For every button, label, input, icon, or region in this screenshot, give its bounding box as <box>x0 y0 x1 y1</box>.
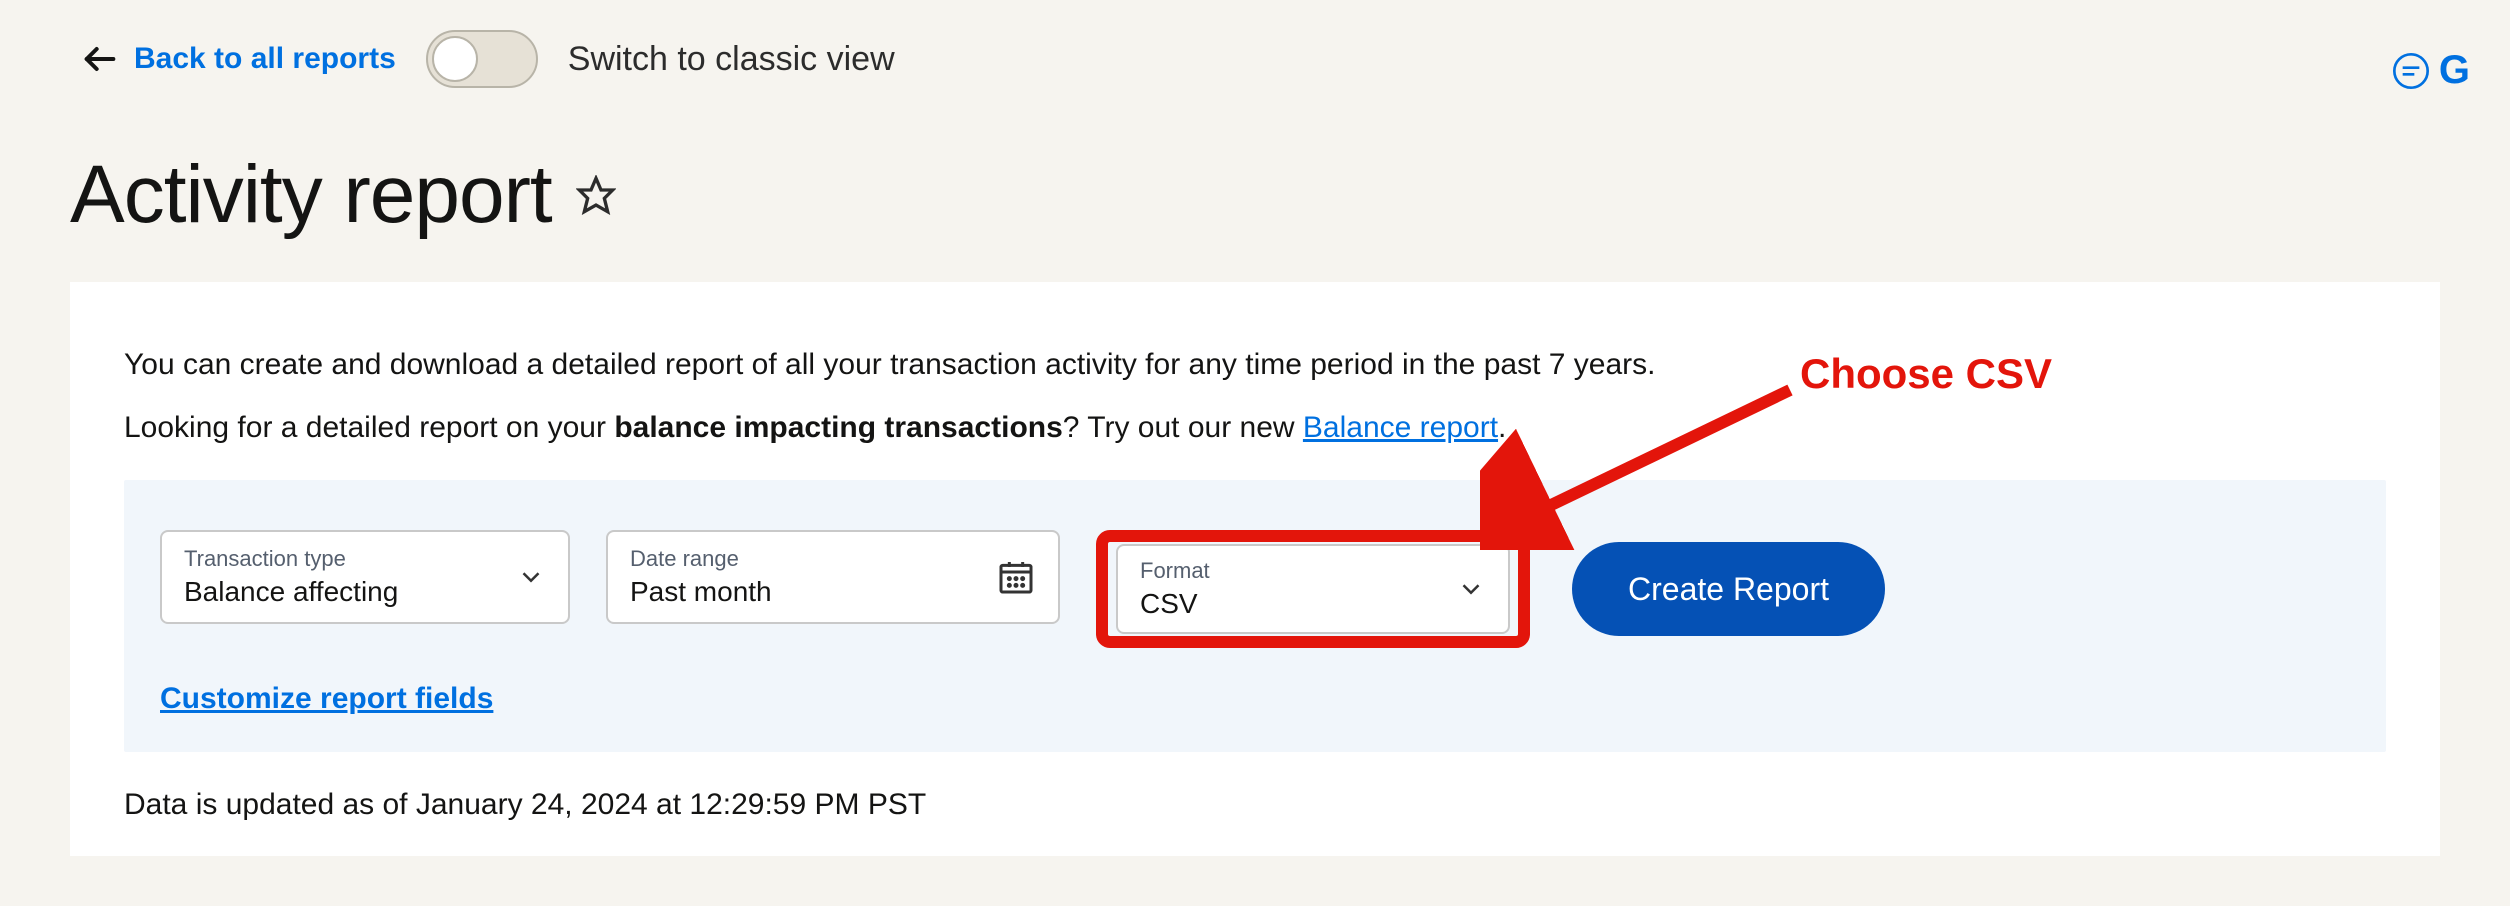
date-range-label: Date range <box>630 546 1036 572</box>
balance-report-link[interactable]: Balance report <box>1303 411 1498 444</box>
help-button[interactable]: G <box>2391 48 2470 93</box>
report-card: You can create and download a detailed r… <box>70 282 2440 856</box>
help-label: G <box>2439 48 2470 93</box>
create-report-button[interactable]: Create Report <box>1572 542 1885 636</box>
intro-line-2: Looking for a detailed report on your ba… <box>124 405 2386 450</box>
toggle-label: Switch to classic view <box>568 40 895 79</box>
date-range-select[interactable]: Date range Past month <box>606 530 1060 624</box>
format-highlight-box: Format CSV <box>1096 530 1530 648</box>
transaction-type-label: Transaction type <box>184 546 546 572</box>
annotation-label: Choose CSV <box>1800 350 2052 398</box>
transaction-type-select[interactable]: Transaction type Balance affecting <box>160 530 570 624</box>
chevron-down-icon <box>1456 574 1486 604</box>
date-range-value: Past month <box>630 576 1036 608</box>
chat-icon <box>2391 51 2431 91</box>
favorite-star-icon[interactable] <box>576 175 616 215</box>
toggle-knob <box>432 36 478 82</box>
chevron-down-icon <box>516 562 546 592</box>
customize-fields-link[interactable]: Customize report fields <box>160 682 493 716</box>
arrow-left-icon <box>80 39 120 79</box>
back-to-reports-link[interactable]: Back to all reports <box>80 39 396 79</box>
format-value: CSV <box>1140 588 1486 620</box>
filter-panel: Transaction type Balance affecting Date … <box>124 480 2386 752</box>
page-title: Activity report <box>70 148 552 242</box>
classic-view-toggle[interactable] <box>426 30 538 88</box>
format-select[interactable]: Format CSV <box>1116 544 1510 634</box>
calendar-icon <box>996 557 1036 597</box>
back-link-label: Back to all reports <box>134 42 396 76</box>
transaction-type-value: Balance affecting <box>184 576 546 608</box>
format-label: Format <box>1140 558 1486 584</box>
data-updated-text: Data is updated as of January 24, 2024 a… <box>124 788 2386 822</box>
